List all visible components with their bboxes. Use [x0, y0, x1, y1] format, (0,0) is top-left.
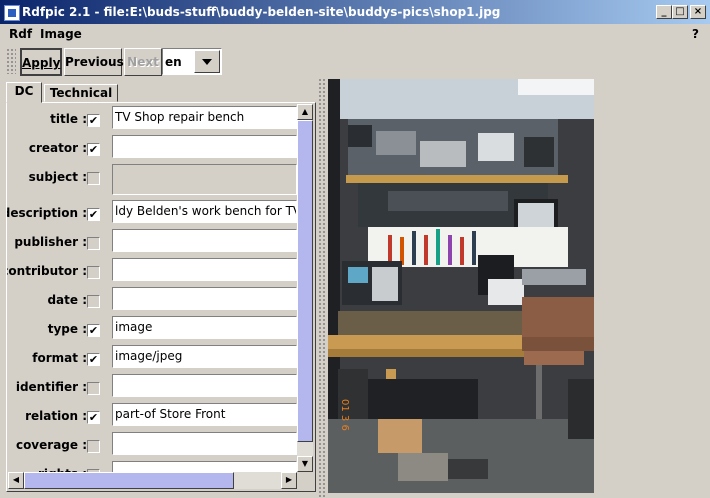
field-input[interactable]: [112, 164, 297, 195]
field-input[interactable]: [112, 258, 297, 281]
split-pane-divider[interactable]: [318, 78, 326, 498]
field-label: format :: [32, 351, 87, 365]
field-checkbox[interactable]: ✔: [87, 324, 100, 337]
chevron-down-icon[interactable]: [194, 50, 220, 73]
field-checkbox[interactable]: ✔: [87, 208, 100, 221]
maximize-button[interactable]: □: [672, 5, 688, 19]
scroll-right-icon[interactable]: ▶: [281, 472, 297, 489]
horizontal-scrollbar[interactable]: ◀ ▶: [8, 472, 297, 489]
field-label: title :: [50, 112, 87, 126]
image-preview: 01 3 6: [328, 79, 594, 493]
field-input[interactable]: image/jpeg: [112, 345, 297, 368]
field-checkbox[interactable]: [87, 237, 100, 250]
field-label: relation :: [25, 409, 87, 423]
field-checkbox[interactable]: ✔: [87, 143, 100, 156]
next-button[interactable]: Next: [124, 48, 162, 76]
close-button[interactable]: ×: [690, 5, 706, 19]
language-value: en: [165, 55, 182, 69]
field-input[interactable]: ldy Belden's work bench for TV/VC: [112, 200, 297, 223]
horizontal-scroll-thumb[interactable]: [24, 472, 234, 489]
vertical-scrollbar[interactable]: ▲ ▼: [297, 104, 313, 472]
tab-technical-label: Technical: [49, 86, 113, 100]
menu-help[interactable]: ?: [692, 27, 699, 41]
minimize-button[interactable]: _: [656, 5, 672, 19]
menu-image[interactable]: Image: [40, 27, 82, 41]
field-input[interactable]: [112, 135, 297, 158]
scroll-down-icon[interactable]: ▼: [297, 456, 313, 472]
field-input[interactable]: [112, 229, 297, 252]
scroll-left-icon[interactable]: ◀: [8, 472, 24, 489]
previous-button[interactable]: Previous: [64, 48, 124, 76]
field-checkbox[interactable]: [87, 266, 100, 279]
field-input[interactable]: image: [112, 316, 297, 339]
field-checkbox[interactable]: ✔: [87, 353, 100, 366]
field-label: description :: [6, 206, 87, 220]
field-label: creator :: [28, 141, 87, 155]
field-checkbox[interactable]: [87, 440, 100, 453]
field-checkbox[interactable]: ✔: [87, 114, 100, 127]
field-input[interactable]: part-of Store Front: [112, 403, 297, 426]
dc-form: title : ✔ TV Shop repair bench creator :…: [6, 102, 316, 492]
field-checkbox[interactable]: [87, 172, 100, 185]
toolbar-grip[interactable]: [6, 48, 16, 74]
next-button-label: Next: [127, 55, 159, 69]
field-input[interactable]: TV Shop repair bench: [112, 106, 297, 129]
menu-bar: Rdf Image ?: [0, 24, 710, 44]
apply-button-label: Apply: [22, 56, 61, 70]
field-row-subject: subject :: [7, 164, 297, 199]
field-label: type :: [47, 322, 87, 336]
field-label: contributor :: [6, 264, 87, 278]
tab-dc[interactable]: DC: [6, 82, 42, 103]
title-bar: Rdfpic 2.1 - file:E:\buds-stuff\buddy-be…: [0, 0, 710, 24]
field-checkbox[interactable]: [87, 295, 100, 308]
field-label: coverage :: [15, 438, 87, 452]
field-checkbox[interactable]: [87, 382, 100, 395]
scroll-up-icon[interactable]: ▲: [297, 104, 313, 120]
field-label: identifier :: [15, 380, 87, 394]
language-select[interactable]: en: [162, 48, 222, 75]
field-input[interactable]: [112, 287, 297, 310]
field-input[interactable]: [112, 432, 297, 455]
field-label: subject :: [28, 170, 87, 184]
previous-button-label: Previous: [65, 55, 124, 69]
vertical-scroll-thumb[interactable]: [297, 120, 313, 442]
apply-button[interactable]: Apply: [20, 48, 62, 76]
window-title: Rdfpic 2.1 - file:E:\buds-stuff\buddy-be…: [22, 5, 501, 19]
field-label: publisher :: [14, 235, 87, 249]
menu-rdf[interactable]: Rdf: [9, 27, 32, 41]
field-label: date :: [47, 293, 87, 307]
tab-technical[interactable]: Technical: [44, 84, 118, 102]
field-checkbox[interactable]: ✔: [87, 411, 100, 424]
photo-date-stamp: 01 3 6: [339, 399, 350, 431]
workbench-photo: 01 3 6: [328, 79, 594, 493]
field-input[interactable]: [112, 374, 297, 397]
metadata-panel: DC Technical title : ✔ TV Shop repair be…: [0, 78, 320, 498]
toolbar: Apply Previous Next en: [0, 46, 710, 78]
tab-dc-label: DC: [14, 84, 34, 98]
tab-strip: DC Technical: [6, 82, 316, 103]
app-icon: [4, 5, 20, 21]
